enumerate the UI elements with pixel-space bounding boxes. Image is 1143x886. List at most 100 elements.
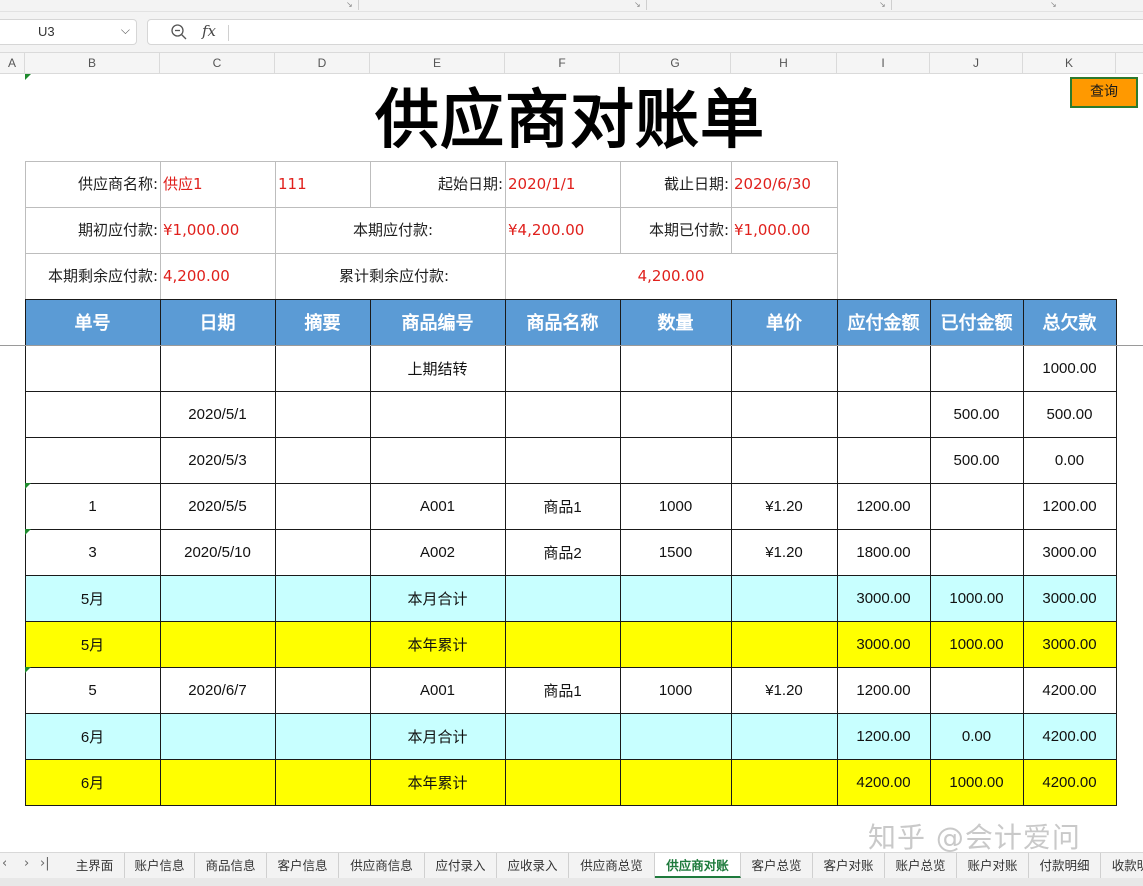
- cell-item-name[interactable]: 商品1: [505, 667, 620, 713]
- cell-order-no[interactable]: 1: [25, 483, 160, 529]
- cell-item-name[interactable]: [505, 437, 620, 483]
- column-header[interactable]: I: [837, 53, 930, 74]
- cell-date[interactable]: 2020/5/5: [160, 483, 275, 529]
- cell-total-owed[interactable]: 4200.00: [1023, 667, 1116, 713]
- cell-order-no[interactable]: 5月: [25, 575, 160, 621]
- dialog-launcher-icon[interactable]: ↘: [879, 0, 886, 10]
- cell-total-owed[interactable]: 0.00: [1023, 437, 1116, 483]
- cell-unit-price[interactable]: [731, 345, 837, 391]
- cell-quantity[interactable]: [620, 621, 731, 667]
- column-header[interactable]: B: [25, 53, 160, 74]
- cell-date[interactable]: [160, 575, 275, 621]
- cell-payable-amount[interactable]: [837, 391, 930, 437]
- sheet-tab[interactable]: 付款明细: [1029, 853, 1101, 878]
- cell-order-no[interactable]: 5月: [25, 621, 160, 667]
- cell-payable-amount[interactable]: [837, 437, 930, 483]
- period-payable-value[interactable]: ¥4,200.00: [505, 207, 620, 253]
- cell-quantity[interactable]: [620, 391, 731, 437]
- cell-quantity[interactable]: [620, 345, 731, 391]
- cell-unit-price[interactable]: [731, 759, 837, 805]
- cell-date[interactable]: 2020/5/3: [160, 437, 275, 483]
- sheet-tab[interactable]: 供应商对账: [655, 853, 741, 878]
- column-header[interactable]: J: [930, 53, 1023, 74]
- cell-unit-price[interactable]: ¥1.20: [731, 529, 837, 575]
- cell-paid-amount[interactable]: 500.00: [930, 437, 1023, 483]
- cell-item-code[interactable]: [370, 391, 505, 437]
- cell-summary[interactable]: [275, 437, 370, 483]
- cell-total-owed[interactable]: 4200.00: [1023, 713, 1116, 759]
- cell-order-no[interactable]: [25, 437, 160, 483]
- cell-item-code[interactable]: 上期结转: [370, 345, 505, 391]
- cell-total-owed[interactable]: 1000.00: [1023, 345, 1116, 391]
- formula-input[interactable]: fx: [147, 19, 1143, 45]
- cell-summary[interactable]: [275, 529, 370, 575]
- cell-date[interactable]: [160, 759, 275, 805]
- query-button[interactable]: 查询: [1070, 77, 1138, 108]
- sheet-tab[interactable]: 收款明: [1101, 853, 1143, 878]
- cell-item-name[interactable]: [505, 575, 620, 621]
- cell-order-no[interactable]: [25, 345, 160, 391]
- cell-order-no[interactable]: 3: [25, 529, 160, 575]
- cell-item-name[interactable]: [505, 391, 620, 437]
- cell-order-no[interactable]: 6月: [25, 759, 160, 805]
- cell-quantity[interactable]: 1500: [620, 529, 731, 575]
- period-paid-value[interactable]: ¥1,000.00: [731, 207, 837, 253]
- cell-order-no[interactable]: [25, 391, 160, 437]
- cell-item-code[interactable]: [370, 437, 505, 483]
- cell-payable-amount[interactable]: 1200.00: [837, 483, 930, 529]
- cell-paid-amount[interactable]: 1000.00: [930, 575, 1023, 621]
- cell-quantity[interactable]: [620, 759, 731, 805]
- sheet-tab[interactable]: 客户总览: [741, 853, 813, 878]
- cell-payable-amount[interactable]: 3000.00: [837, 575, 930, 621]
- name-box[interactable]: U3 ⌵: [0, 19, 137, 45]
- cumulative-remaining-value[interactable]: 4,200.00: [505, 253, 837, 299]
- end-date-value[interactable]: 2020/6/30: [731, 161, 837, 207]
- cell-unit-price[interactable]: [731, 621, 837, 667]
- cell-payable-amount[interactable]: 4200.00: [837, 759, 930, 805]
- supplier-code-value[interactable]: 111: [275, 161, 370, 207]
- sheet-tab[interactable]: 供应商信息: [339, 853, 425, 878]
- cell-unit-price[interactable]: [731, 713, 837, 759]
- cell-total-owed[interactable]: 500.00: [1023, 391, 1116, 437]
- cell-summary[interactable]: [275, 345, 370, 391]
- cell-item-name[interactable]: 商品1: [505, 483, 620, 529]
- cell-paid-amount[interactable]: 0.00: [930, 713, 1023, 759]
- cell-summary[interactable]: [275, 391, 370, 437]
- sheet-tab[interactable]: 客户信息: [267, 853, 339, 878]
- cell-date[interactable]: [160, 621, 275, 667]
- cell-item-name[interactable]: [505, 759, 620, 805]
- cell-summary[interactable]: [275, 759, 370, 805]
- cell-item-code[interactable]: A001: [370, 667, 505, 713]
- sheet-tab[interactable]: 应付录入: [425, 853, 497, 878]
- opening-payable-value[interactable]: ¥1,000.00: [160, 207, 275, 253]
- start-date-value[interactable]: 2020/1/1: [505, 161, 620, 207]
- cell-unit-price[interactable]: [731, 391, 837, 437]
- cell-order-no[interactable]: 6月: [25, 713, 160, 759]
- cell-item-code[interactable]: 本年累计: [370, 759, 505, 805]
- cell-payable-amount[interactable]: 3000.00: [837, 621, 930, 667]
- chevron-down-icon[interactable]: ⌵: [121, 23, 130, 38]
- cell-quantity[interactable]: 1000: [620, 483, 731, 529]
- cell-item-name[interactable]: 商品2: [505, 529, 620, 575]
- cell-payable-amount[interactable]: 1800.00: [837, 529, 930, 575]
- cell-unit-price[interactable]: [731, 575, 837, 621]
- cell-item-code[interactable]: 本月合计: [370, 575, 505, 621]
- worksheet[interactable]: 供应商对账单 查询 供应商名称: 供应1 111 起始日期: 2020/1/1 …: [0, 74, 1143, 854]
- sheet-tab[interactable]: 应收录入: [497, 853, 569, 878]
- column-header[interactable]: D: [275, 53, 370, 74]
- sheet-tab[interactable]: 供应商总览: [569, 853, 655, 878]
- cell-order-no[interactable]: 5: [25, 667, 160, 713]
- cell-total-owed[interactable]: 4200.00: [1023, 759, 1116, 805]
- cell-summary[interactable]: [275, 483, 370, 529]
- supplier-name-value[interactable]: 供应1: [160, 161, 275, 207]
- dialog-launcher-icon[interactable]: ↘: [1050, 0, 1057, 10]
- cell-paid-amount[interactable]: 1000.00: [930, 759, 1023, 805]
- sheet-tab[interactable]: 主界面: [65, 853, 125, 878]
- cell-summary[interactable]: [275, 575, 370, 621]
- cell-date[interactable]: [160, 345, 275, 391]
- cell-paid-amount[interactable]: 500.00: [930, 391, 1023, 437]
- sheet-tab[interactable]: 客户对账: [813, 853, 885, 878]
- dialog-launcher-icon[interactable]: ↘: [634, 0, 641, 10]
- column-header[interactable]: E: [370, 53, 505, 74]
- column-header[interactable]: F: [505, 53, 620, 74]
